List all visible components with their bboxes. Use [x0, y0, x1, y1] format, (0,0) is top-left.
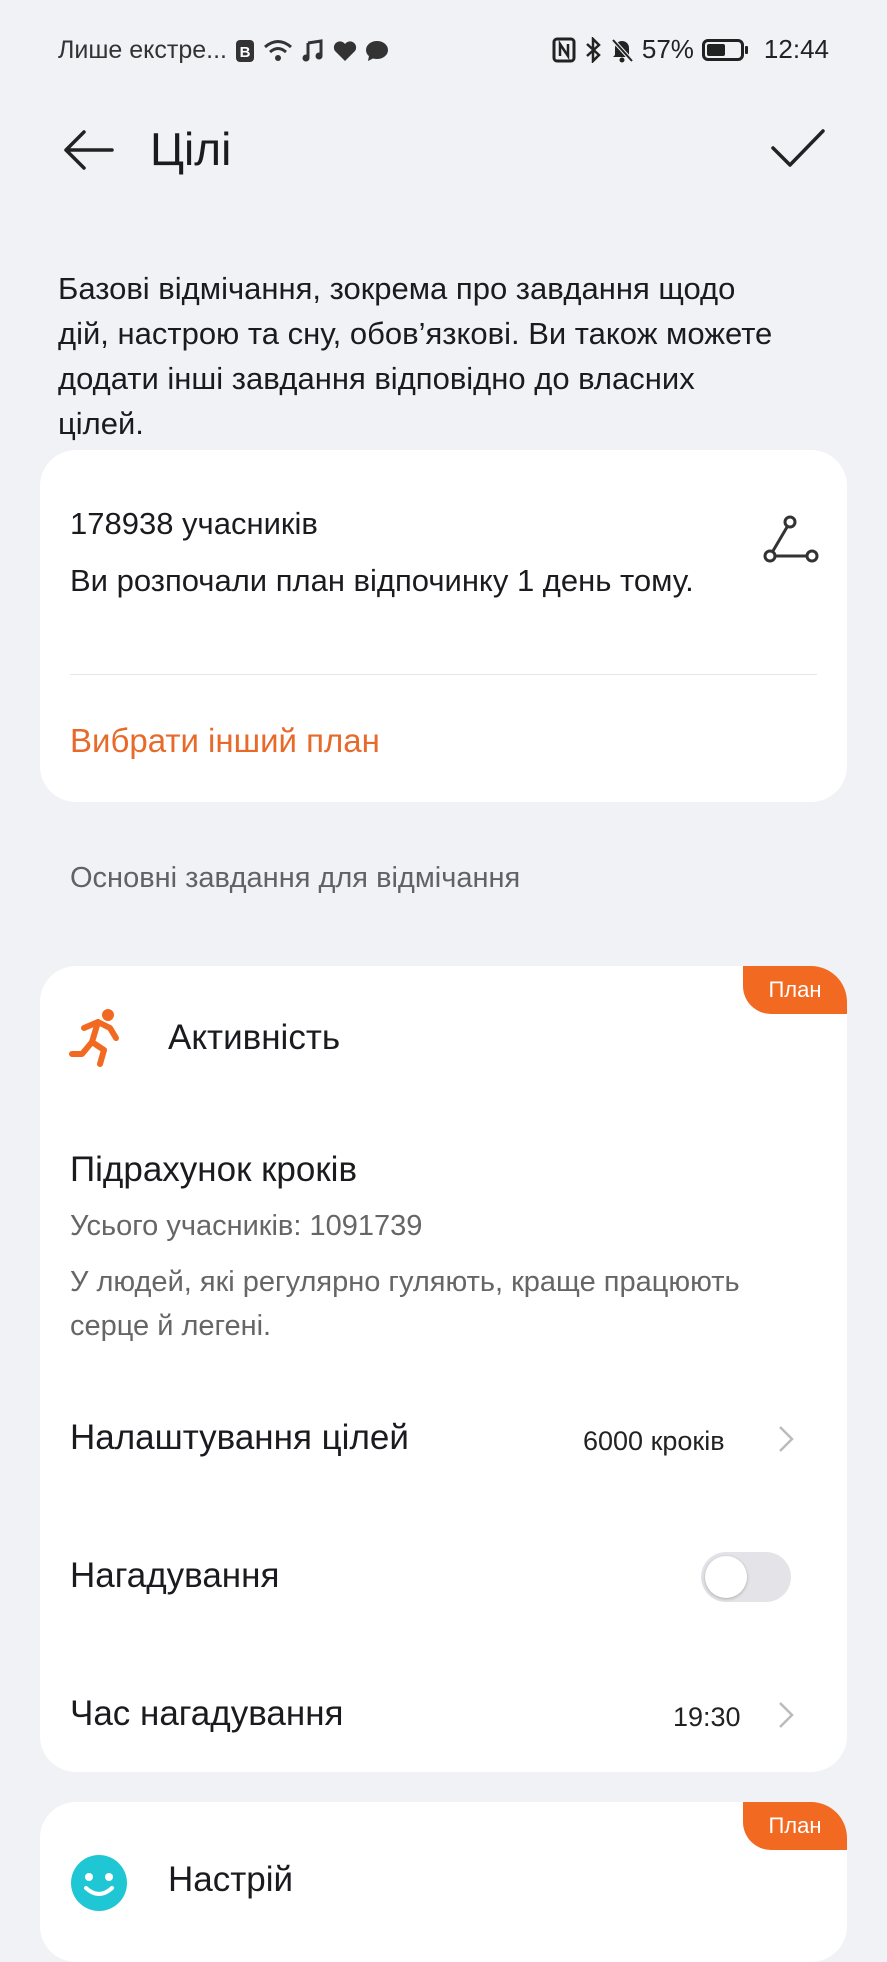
task-title: Підрахунок кроків [70, 1150, 358, 1189]
share-button[interactable] [760, 514, 822, 570]
activity-title: Активність [168, 1018, 341, 1057]
svg-text:B: B [240, 44, 251, 61]
mood-title: Настрій [168, 1860, 294, 1899]
activity-card: План Активність Підрахунок кроків Усього… [40, 966, 847, 1772]
music-icon [301, 38, 325, 63]
choose-other-plan-link[interactable]: Вибрати інший план [70, 722, 380, 760]
goal-settings-row[interactable]: Налаштування цілей [70, 1418, 409, 1458]
share-icon [763, 515, 819, 563]
b-app-icon: B [235, 39, 255, 63]
carrier-text: Лише екстре... [58, 36, 227, 64]
confirm-button[interactable] [770, 126, 826, 170]
status-bar-right: 57% 12:44 [552, 34, 829, 65]
nfc-icon [552, 37, 576, 63]
toggle-knob [705, 1556, 747, 1598]
mood-card: План Настрій [40, 1802, 847, 1962]
plan-card: 178938 учасників Ви розпочали план відпо… [40, 450, 847, 802]
reminder-time-row[interactable]: Час нагадування [70, 1694, 343, 1734]
chevron-right-icon [779, 1702, 794, 1728]
intro-text: Базові відмічання, зокрема про завдання … [58, 271, 773, 441]
chevron-right-icon [779, 1426, 794, 1452]
plan-participants: 178938 учасників [70, 506, 318, 541]
heart-icon [333, 40, 357, 62]
section-title: Основні завдання для відмічання [70, 862, 521, 894]
check-icon [771, 129, 825, 167]
bluetooth-icon [584, 36, 602, 63]
reminder-time-value: 19:30 [673, 1702, 741, 1732]
divider [70, 674, 817, 675]
goal-settings-label: Налаштування цілей [70, 1418, 409, 1457]
battery-icon [701, 38, 748, 61]
bell-muted-icon [610, 37, 634, 63]
task-description: У людей, які регулярно гуляють, краще пр… [70, 1266, 740, 1342]
reminder-time-label: Час нагадування [70, 1694, 344, 1733]
wifi-icon [263, 39, 293, 63]
plan-description: Ви розпочали план відпочинку 1 день тому… [70, 563, 694, 598]
reminder-label: Нагадування [70, 1556, 280, 1595]
plan-badge: План [743, 1802, 847, 1850]
task-participants: Усього учасників: 1091739 [70, 1210, 423, 1242]
page-title: Цілі [150, 123, 232, 175]
arrow-left-icon [64, 130, 114, 170]
plan-badge: План [743, 966, 847, 1014]
status-bar-left: Лише екстре... B [58, 36, 389, 65]
smiley-icon [70, 1854, 128, 1912]
back-button[interactable] [62, 128, 114, 172]
chat-bubble-icon [365, 40, 389, 62]
reminder-toggle[interactable] [701, 1552, 791, 1602]
goal-value: 6000 кроків [583, 1426, 725, 1456]
battery-percent: 57% [641, 34, 694, 64]
running-icon [68, 1006, 130, 1068]
clock: 12:44 [763, 34, 829, 64]
